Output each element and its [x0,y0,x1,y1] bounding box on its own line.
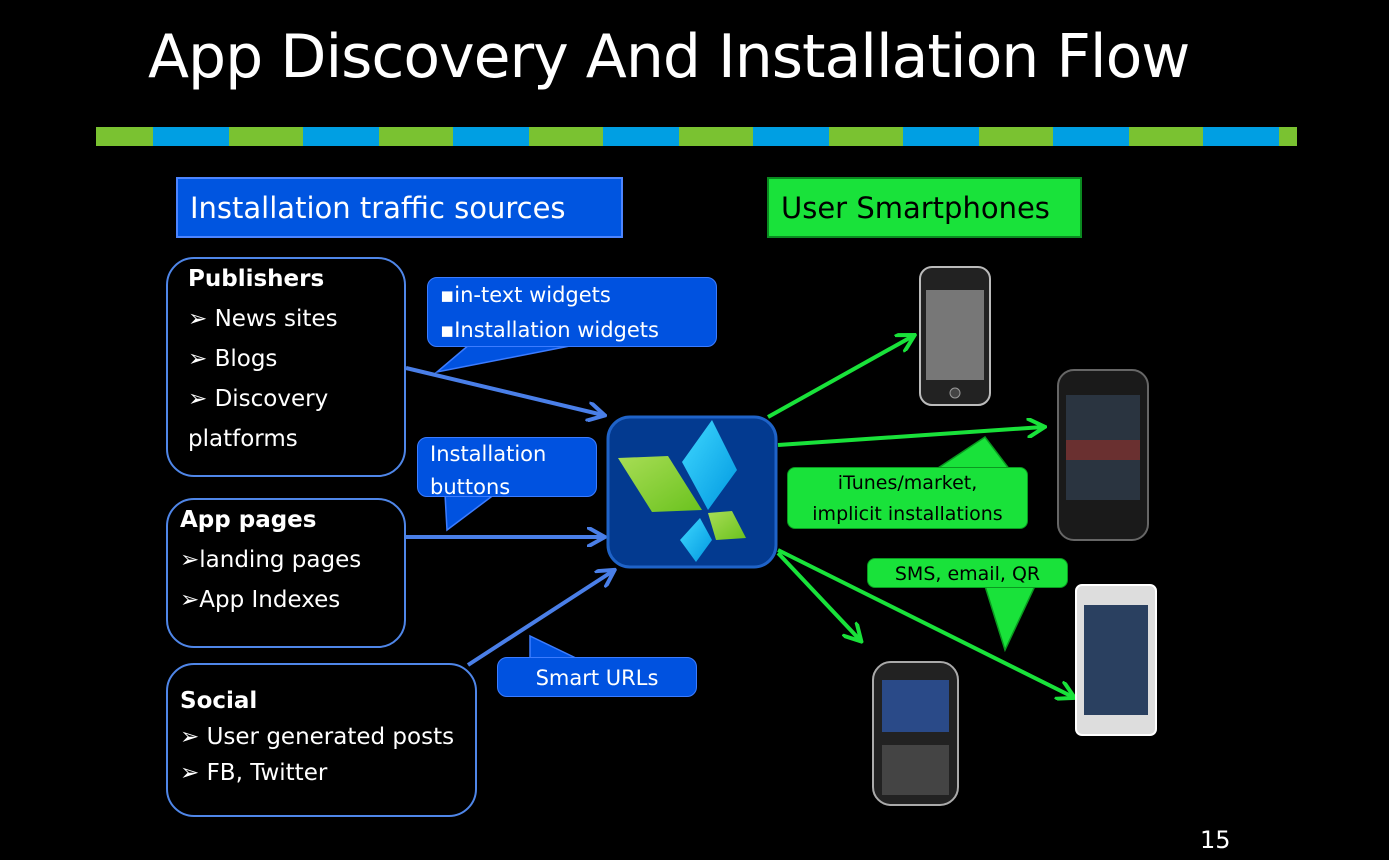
list-item: ➢ News sites [188,306,338,332]
list-item: ➢ Discovery [188,386,329,412]
list-item: ➢ FB, Twitter [180,760,328,786]
callout-line: ▪Installation widgets [440,318,659,342]
app-logo [606,415,778,569]
blue-arrows [405,366,613,667]
callout-sms: SMS, email, QR [867,558,1068,588]
source-app-pages: App pages ➢landing pages ➢App Indexes [166,498,406,648]
android-phone-icon [1057,369,1149,541]
publishers-title: Publishers [188,266,325,292]
slide: App Discovery And Installation Flow Inst… [0,0,1389,860]
list-item: ➢landing pages [180,547,362,573]
source-publishers: Publishers ➢ News sites ➢ Blogs ➢ Discov… [166,257,406,477]
arrow-iphone [767,336,913,419]
list-item: ➢ User generated posts [180,724,455,750]
nokia-phone-icon [1075,584,1157,736]
callout-line: ▪in-text widgets [440,283,611,307]
callout-buttons: Installation buttons [417,437,597,499]
page-number: 15 [1200,826,1231,854]
arrow-publishers [405,366,603,415]
list-item: ➢App Indexes [180,587,341,613]
list-item: platforms [188,426,298,452]
app-pages-title: App pages [180,507,317,533]
callout-line: implicit installations [812,503,1003,525]
arrow-android [777,427,1043,447]
callout-smart-urls: Smart URLs [497,657,697,697]
arrow-blackberry [776,551,860,640]
iphone-icon [919,266,991,406]
callout-itunes: iTunes/market, implicit installations [787,467,1028,529]
source-social: Social ➢ User generated posts ➢ FB, Twit… [166,663,477,817]
list-item: ➢ Blogs [188,346,278,372]
callout-line: buttons [430,475,511,499]
blackberry-icon [872,661,959,806]
callout-line: Installation [430,442,547,466]
callout-line: iTunes/market, [837,472,978,494]
callout-widgets: ▪in-text widgets ▪Installation widgets [427,277,717,347]
social-title: Social [180,688,258,714]
